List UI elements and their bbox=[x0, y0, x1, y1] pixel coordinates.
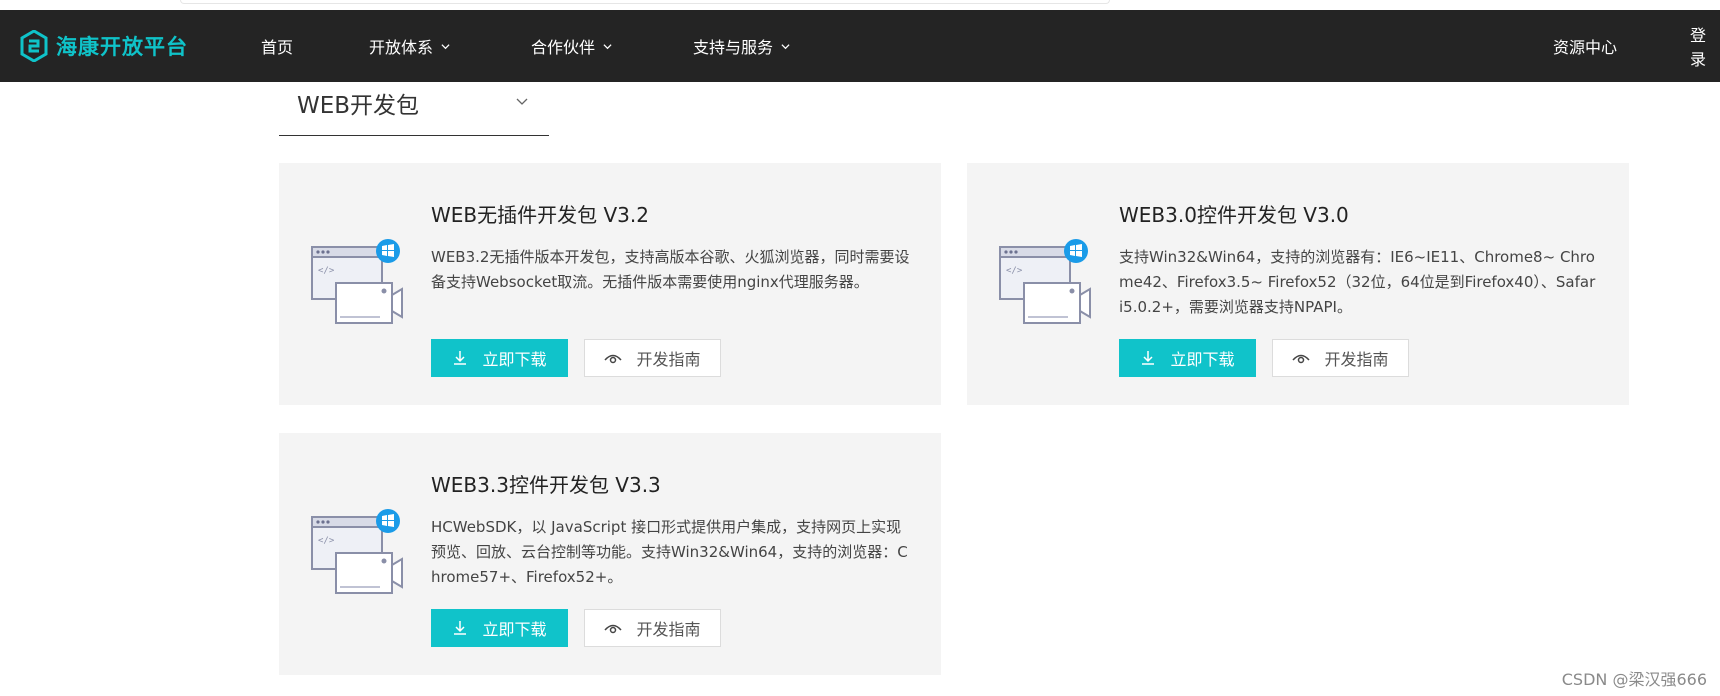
sdk-card-web30-plugin: </> WEB3.0控件开发包 V3.0 支持Win32&Win64，支持的浏览… bbox=[967, 163, 1629, 405]
eye-icon bbox=[604, 354, 623, 364]
sdk-card-web-no-plugin: </> WEB无插件开发包 V3.2 WEB3.2无插件版本开发包，支持高版本谷… bbox=[279, 163, 941, 405]
download-button-label: 立即下载 bbox=[1170, 350, 1235, 369]
download-button-label: 立即下载 bbox=[482, 350, 547, 369]
browser-camera-illustration-icon: </> bbox=[311, 509, 403, 594]
download-button[interactable]: 立即下载 bbox=[431, 609, 568, 647]
nav-open-system-label: 开放体系 bbox=[369, 38, 434, 57]
dev-guide-button-label: 开发指南 bbox=[636, 350, 701, 369]
eye-icon bbox=[1292, 354, 1311, 364]
sdk-category-label: WEB开发包 bbox=[297, 93, 420, 119]
card-description: 支持Win32&Win64，支持的浏览器有：IE6~IE11、Chrome8~ … bbox=[1119, 248, 1596, 316]
code-tag-text: </> bbox=[318, 536, 335, 546]
sdk-category-select[interactable]: WEB开发包 bbox=[279, 82, 549, 136]
card-description: HCWebSDK，以 JavaScript 接口形式提供用户集成，支持网页上实现… bbox=[431, 518, 908, 586]
code-tag-text: </> bbox=[318, 266, 335, 276]
browser-camera-illustration-icon: </> bbox=[311, 239, 403, 324]
nav-resources[interactable]: 资源中心 bbox=[1553, 10, 1617, 82]
chevron-down-icon bbox=[441, 43, 450, 49]
dev-guide-button[interactable]: 开发指南 bbox=[584, 339, 721, 377]
card-title: WEB无插件开发包 V3.2 bbox=[431, 203, 649, 227]
chevron-down-icon bbox=[603, 43, 612, 49]
nav-home-label: 首页 bbox=[261, 38, 294, 57]
nav-resources-label: 资源中心 bbox=[1553, 38, 1618, 57]
download-button[interactable]: 立即下载 bbox=[1119, 339, 1256, 377]
csdn-watermark: CSDN @梁汉强666 bbox=[1561, 670, 1707, 689]
nav-home[interactable]: 首页 bbox=[261, 10, 293, 82]
dev-guide-button-label: 开发指南 bbox=[1324, 350, 1389, 369]
nav-support-label: 支持与服务 bbox=[693, 38, 774, 57]
nav-open-system[interactable]: 开放体系 bbox=[369, 10, 450, 82]
dev-guide-button[interactable]: 开发指南 bbox=[584, 609, 721, 647]
download-button-label: 立即下载 bbox=[482, 620, 547, 639]
chevron-down-icon bbox=[781, 43, 790, 49]
nav-support[interactable]: 支持与服务 bbox=[693, 10, 790, 82]
logo-icon bbox=[20, 30, 48, 62]
address-bar-edge bbox=[180, 0, 1110, 4]
nav-partners-label: 合作伙伴 bbox=[531, 38, 596, 57]
nav-login[interactable]: 登录 bbox=[1690, 10, 1720, 82]
site-logo[interactable]: 海康开放平台 bbox=[20, 28, 188, 64]
sdk-card-web33-plugin: </> WEB3.3控件开发包 V3.3 HCWebSDK，以 JavaScri… bbox=[279, 433, 941, 675]
browser-camera-illustration-icon: </> bbox=[999, 239, 1091, 324]
card-title: WEB3.0控件开发包 V3.0 bbox=[1119, 203, 1349, 227]
download-icon bbox=[454, 621, 467, 635]
download-icon bbox=[1142, 351, 1155, 365]
top-navbar: 海康开放平台 首页 开放体系 合作伙伴 支持与服务 资源中心 登录 bbox=[0, 10, 1720, 82]
nav-partners[interactable]: 合作伙伴 bbox=[531, 10, 612, 82]
card-description: WEB3.2无插件版本开发包，支持高版本谷歌、火狐浏览器，同时需要设备支持Web… bbox=[431, 248, 910, 291]
nav-login-label: 登录 bbox=[1690, 26, 1707, 69]
chevron-down-icon bbox=[516, 98, 528, 105]
download-icon bbox=[454, 351, 467, 365]
code-tag-text: </> bbox=[1006, 266, 1023, 276]
download-button[interactable]: 立即下载 bbox=[431, 339, 568, 377]
dev-guide-button-label: 开发指南 bbox=[636, 620, 701, 639]
browser-top-strip bbox=[0, 0, 1720, 10]
dev-guide-button[interactable]: 开发指南 bbox=[1272, 339, 1409, 377]
logo-text: 海康开放平台 bbox=[56, 35, 188, 59]
card-title: WEB3.3控件开发包 V3.3 bbox=[431, 473, 661, 497]
eye-icon bbox=[604, 624, 623, 634]
